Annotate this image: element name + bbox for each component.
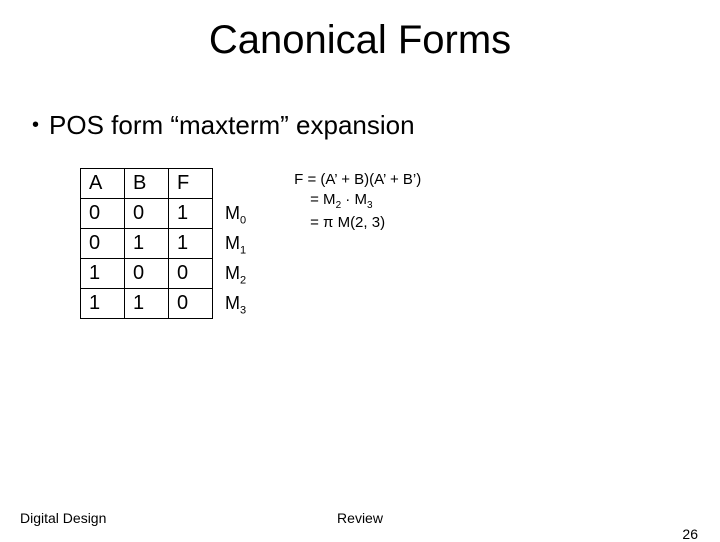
table-row: 0 1 1 <box>81 229 213 259</box>
cell-b: 1 <box>125 289 169 319</box>
cell-b: 0 <box>125 259 169 289</box>
table-row: 0 0 1 <box>81 199 213 229</box>
table-row: A B F <box>81 169 213 199</box>
bullet-dot: • <box>32 114 39 137</box>
page-title: Canonical Forms <box>0 0 720 63</box>
bullet-text: POS form “maxterm” expansion <box>49 110 415 140</box>
cell-f: 1 <box>169 199 213 229</box>
maxterm-label: M2 <box>225 258 246 288</box>
table-row: 1 0 0 <box>81 259 213 289</box>
cell-f: 0 <box>169 259 213 289</box>
cell-b: 1 <box>125 229 169 259</box>
maxterm-label: M0 <box>225 198 246 228</box>
equation-block: F = (A’ + B)(A’ + B’) = M2 · M3 = π M(2,… <box>294 170 421 233</box>
maxterm-column: M0 M1 M2 M3 <box>225 168 246 318</box>
cell-a: 1 <box>81 259 125 289</box>
col-a-header: A <box>81 169 125 199</box>
maxterm-label: M3 <box>225 288 246 318</box>
equation-line3: = π M(2, 3) <box>310 213 421 233</box>
footer-center: Review <box>0 510 720 526</box>
cell-a: 0 <box>81 199 125 229</box>
footer-left: Digital Design <box>20 510 106 526</box>
cell-a: 0 <box>81 229 125 259</box>
truth-table: A B F 0 0 1 0 1 1 1 0 0 1 1 0 <box>80 168 213 319</box>
table-row: 1 1 0 <box>81 289 213 319</box>
cell-a: 1 <box>81 289 125 319</box>
maxterm-label: M1 <box>225 228 246 258</box>
col-f-header: F <box>169 169 213 199</box>
col-b-header: B <box>125 169 169 199</box>
cell-f: 0 <box>169 289 213 319</box>
footer: Digital Design Review 26 <box>0 510 720 526</box>
bullet-line: • POS form “maxterm” expansion <box>32 110 415 141</box>
cell-f: 1 <box>169 229 213 259</box>
equation-line2: = M2 · M3 <box>310 190 421 213</box>
equation-line1: F = (A’ + B)(A’ + B’) <box>294 170 421 190</box>
cell-b: 0 <box>125 199 169 229</box>
content-area: A B F 0 0 1 0 1 1 1 0 0 1 1 0 M0 M1 M2 M… <box>80 168 421 319</box>
